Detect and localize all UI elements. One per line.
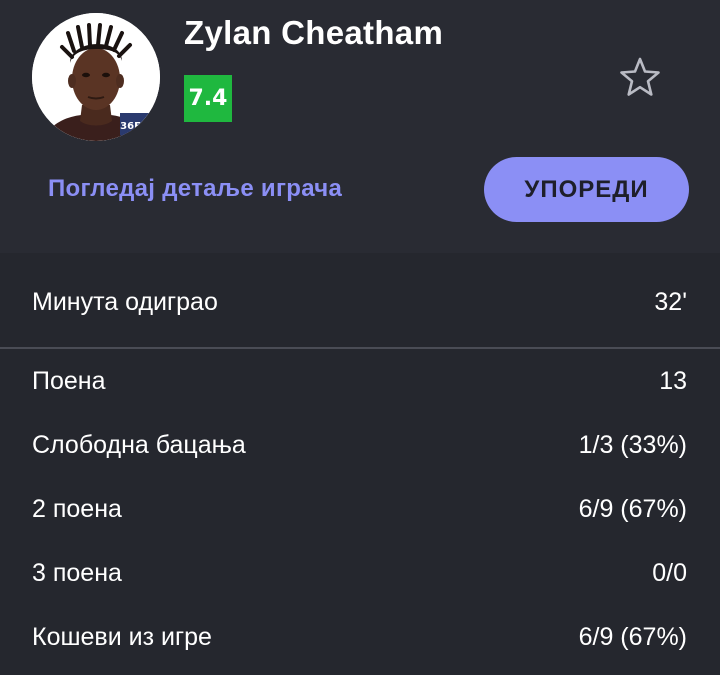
svg-text:36ERS: 36ERS	[120, 121, 156, 132]
stat-row-three-pointers: 3 поена 0/0	[0, 553, 720, 593]
stat-label: Минута одиграо	[32, 288, 218, 316]
stat-row-free-throws: Слободна бацања 1/3 (33%)	[0, 425, 720, 465]
stat-row-minutes: Минута одиграо 32'	[0, 282, 720, 322]
player-rating-badge: 7.4	[184, 75, 232, 122]
player-photo: 36ERS	[32, 13, 160, 141]
stat-label: 3 поена	[32, 559, 122, 587]
divider	[0, 347, 720, 349]
stat-row-points: Поена 13	[0, 361, 720, 401]
favorite-button[interactable]	[619, 56, 661, 98]
stat-label: Поена	[32, 367, 106, 395]
player-name: Zylan Cheatham	[184, 14, 444, 51]
star-outline-icon	[620, 57, 660, 96]
stat-value: 1/3 (33%)	[578, 431, 687, 459]
stat-label: Слободна бацања	[32, 431, 246, 459]
team-logo: 36ERS	[120, 113, 156, 141]
stat-value: 32'	[654, 288, 687, 316]
stat-value: 6/9 (67%)	[578, 495, 687, 523]
stat-label: 2 поена	[32, 495, 122, 523]
stat-label: Кошеви из игре	[32, 623, 212, 651]
compare-button[interactable]: УПОРЕДИ	[484, 157, 689, 222]
stat-row-two-pointers: 2 поена 6/9 (67%)	[0, 489, 720, 529]
player-header: 36ERS Zylan Cheatham 7.4 Погледај детаље…	[0, 0, 720, 250]
player-details-link[interactable]: Погледај детаље играча	[48, 175, 342, 203]
stat-value: 13	[659, 367, 687, 395]
stat-value: 6/9 (67%)	[578, 623, 687, 651]
stat-value: 0/0	[652, 559, 687, 587]
player-stats-panel: 36ERS Zylan Cheatham 7.4 Погледај детаље…	[0, 0, 720, 675]
stat-row-field-goals: Кошеви из игре 6/9 (67%)	[0, 617, 720, 657]
player-avatar: 36ERS	[32, 13, 160, 141]
